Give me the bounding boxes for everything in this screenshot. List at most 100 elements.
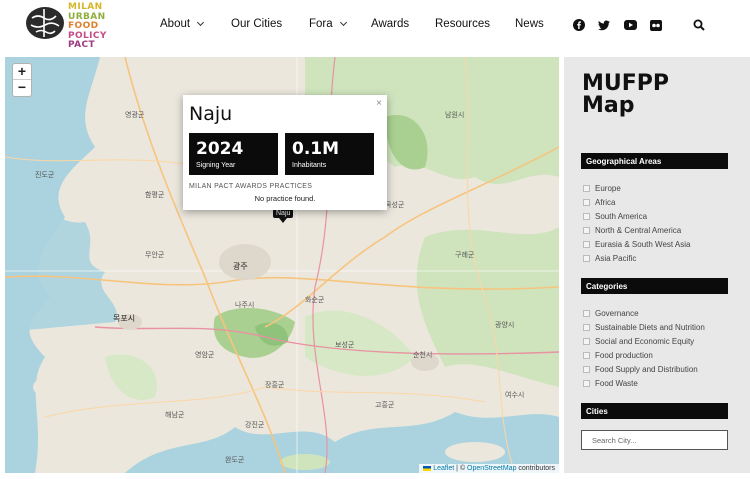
svg-text:영암군: 영암군 bbox=[195, 350, 215, 359]
stat-label: Inhabitants bbox=[292, 162, 327, 169]
filter-diets-nutrition[interactable]: Sustainable Diets and Nutrition bbox=[583, 323, 705, 332]
filter-north-central-america[interactable]: North & Central America bbox=[583, 226, 681, 235]
chevron-down-icon bbox=[339, 18, 347, 27]
stat-signing-year: 2024 Signing Year bbox=[189, 133, 278, 175]
city-popup: × Naju 2024 Signing Year 0.1M Inhabitant… bbox=[183, 95, 387, 210]
checkbox[interactable] bbox=[583, 352, 590, 359]
nav-label: Awards bbox=[371, 18, 410, 30]
option-label: Food Supply and Distribution bbox=[595, 365, 698, 374]
nav-our-cities[interactable]: Our Cities bbox=[231, 18, 282, 30]
option-label: Food production bbox=[595, 351, 653, 360]
filter-food-waste[interactable]: Food Waste bbox=[583, 379, 638, 388]
osm-link[interactable]: OpenStreetMap bbox=[467, 465, 516, 472]
nav-fora[interactable]: Fora bbox=[309, 18, 347, 30]
checkbox[interactable] bbox=[583, 213, 590, 220]
option-label: Social and Economic Equity bbox=[595, 337, 695, 346]
chevron-down-icon bbox=[197, 18, 205, 27]
filter-food-production[interactable]: Food production bbox=[583, 351, 653, 360]
svg-text:장흥군: 장흥군 bbox=[265, 380, 285, 389]
nav-label: Resources bbox=[435, 18, 490, 30]
logo-wordmark: MILAN URBAN FOOD POLICY PACT bbox=[68, 2, 107, 51]
filter-europe[interactable]: Europe bbox=[583, 184, 621, 193]
popup-subheading: MILAN PACT AWARDS PRACTICES bbox=[189, 183, 313, 190]
attribution-separator: | © bbox=[454, 465, 468, 472]
checkbox[interactable] bbox=[583, 310, 590, 317]
brain-logo-icon bbox=[26, 7, 64, 39]
categories-heading: Categories bbox=[581, 278, 728, 294]
city-marker[interactable]: Naju bbox=[273, 209, 294, 223]
checkbox[interactable] bbox=[583, 255, 590, 262]
checkbox[interactable] bbox=[583, 338, 590, 345]
zoom-in-button[interactable]: + bbox=[13, 64, 31, 80]
site-header: MILAN URBAN FOOD POLICY PACT About Our C… bbox=[0, 0, 750, 52]
youtube-icon[interactable] bbox=[623, 18, 637, 32]
twitter-icon[interactable] bbox=[597, 18, 611, 32]
checkbox[interactable] bbox=[583, 199, 590, 206]
leaflet-link[interactable]: Leaflet bbox=[433, 465, 454, 472]
map-attribution: Leaflet | © OpenStreetMap contributors bbox=[419, 464, 559, 473]
filter-supply-distribution[interactable]: Food Supply and Distribution bbox=[583, 365, 698, 374]
svg-text:무안군: 무안군 bbox=[145, 250, 165, 259]
filter-social-equity[interactable]: Social and Economic Equity bbox=[583, 337, 694, 346]
option-label: North & Central America bbox=[595, 226, 682, 235]
nav-label: News bbox=[515, 18, 544, 30]
svg-text:광양시: 광양시 bbox=[495, 321, 514, 329]
svg-text:곡성군: 곡성군 bbox=[385, 200, 405, 209]
filter-africa[interactable]: Africa bbox=[583, 198, 615, 207]
option-label: Eurasia & South West Asia bbox=[595, 240, 691, 249]
ukraine-flag-icon bbox=[423, 465, 432, 471]
filter-south-america[interactable]: South America bbox=[583, 212, 647, 221]
stat-value: 0.1M bbox=[292, 139, 340, 159]
search-icon[interactable] bbox=[692, 18, 706, 32]
option-label: Europe bbox=[595, 184, 621, 193]
option-label: Food Waste bbox=[595, 379, 638, 388]
svg-text:고흥군: 고흥군 bbox=[375, 400, 395, 409]
filter-sidebar: MUFPP Map Geographical Areas Europe Afri… bbox=[564, 57, 750, 473]
marker-pointer bbox=[279, 218, 288, 223]
filter-governance[interactable]: Governance bbox=[583, 309, 639, 318]
nav-label: Fora bbox=[309, 18, 333, 30]
title-line: MUFPP bbox=[582, 71, 670, 96]
nav-label: Our Cities bbox=[231, 18, 283, 30]
svg-text:나주시: 나주시 bbox=[235, 300, 254, 309]
close-icon[interactable]: × bbox=[376, 98, 382, 109]
svg-text:함평군: 함평군 bbox=[145, 190, 165, 199]
logo-line: PACT bbox=[68, 40, 96, 50]
svg-text:구례군: 구례군 bbox=[455, 250, 475, 259]
zoom-out-button[interactable]: − bbox=[13, 80, 31, 96]
svg-text:해남군: 해남군 bbox=[165, 410, 185, 419]
checkbox[interactable] bbox=[583, 324, 590, 331]
popup-empty-text: No practice found. bbox=[254, 194, 316, 203]
svg-text:남원시: 남원시 bbox=[445, 110, 464, 119]
svg-text:광주: 광주 bbox=[233, 261, 248, 271]
checkbox[interactable] bbox=[583, 241, 590, 248]
attribution-suffix: contributors bbox=[516, 465, 555, 472]
checkbox[interactable] bbox=[583, 380, 590, 387]
option-label: Asia Pacific bbox=[595, 254, 637, 263]
checkbox[interactable] bbox=[583, 366, 590, 373]
filter-eurasia[interactable]: Eurasia & South West Asia bbox=[583, 240, 690, 249]
nav-resources[interactable]: Resources bbox=[435, 18, 490, 30]
geo-areas-heading: Geographical Areas bbox=[581, 153, 728, 169]
checkbox[interactable] bbox=[583, 227, 590, 234]
svg-text:강진군: 강진군 bbox=[245, 420, 265, 429]
nav-awards[interactable]: Awards bbox=[371, 18, 409, 30]
svg-text:화순군: 화순군 bbox=[305, 296, 325, 304]
svg-text:보성군: 보성군 bbox=[335, 340, 355, 349]
cities-heading: Cities bbox=[581, 403, 728, 419]
flickr-icon[interactable] bbox=[649, 18, 663, 32]
option-label: South America bbox=[595, 212, 648, 221]
stat-label: Signing Year bbox=[196, 162, 236, 169]
svg-text:영광군: 영광군 bbox=[125, 110, 145, 119]
svg-text:진도군: 진도군 bbox=[35, 170, 55, 179]
popup-city-name: Naju bbox=[189, 103, 233, 125]
facebook-icon[interactable] bbox=[572, 18, 586, 32]
nav-about[interactable]: About bbox=[160, 18, 205, 30]
checkbox[interactable] bbox=[583, 185, 590, 192]
svg-text:완도군: 완도군 bbox=[225, 456, 245, 464]
map-view[interactable]: 목포시 광주 순천시 무안군 영암군 해남군 장흥군 보성군 화순군 담양군 곡… bbox=[5, 57, 559, 473]
filter-asia-pacific[interactable]: Asia Pacific bbox=[583, 254, 636, 263]
city-search-input[interactable]: Search City... bbox=[581, 430, 728, 450]
nav-news[interactable]: News bbox=[515, 18, 544, 30]
mufpp-logo[interactable]: MILAN URBAN FOOD POLICY PACT bbox=[24, 2, 114, 50]
